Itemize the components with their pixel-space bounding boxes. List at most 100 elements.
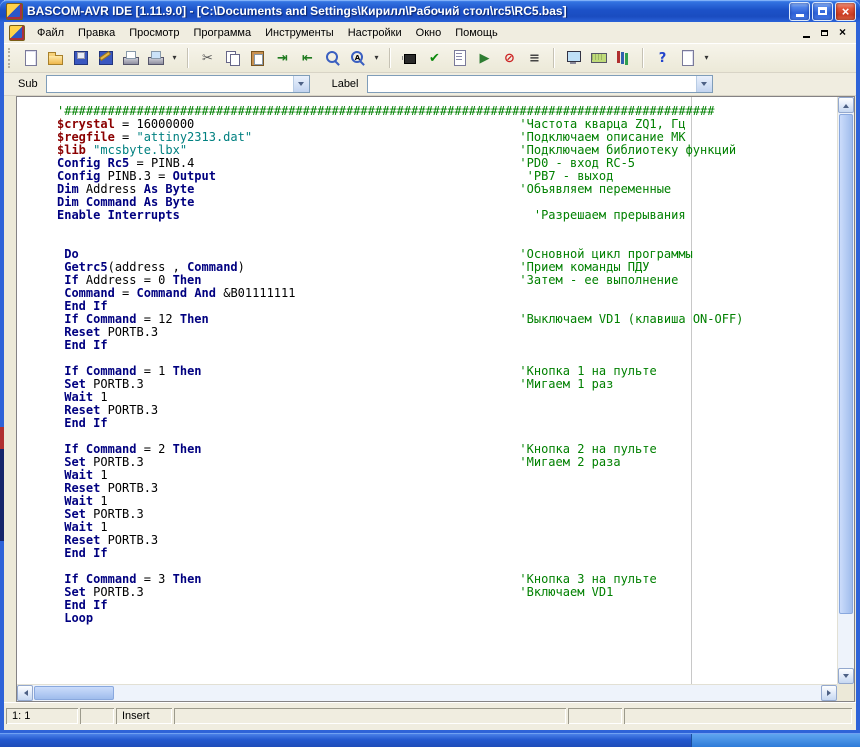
mdi-minimize-button[interactable] xyxy=(798,25,815,40)
desktop-sliver-red xyxy=(0,427,4,449)
code-line[interactable]: End If xyxy=(57,339,837,352)
code-line[interactable]: Loop xyxy=(57,612,837,625)
code-line[interactable]: Set PORTB.3 xyxy=(57,508,837,521)
new-file-icon[interactable] xyxy=(18,46,43,70)
code-line[interactable]: End If xyxy=(57,547,837,560)
show-result-icon[interactable] xyxy=(447,46,472,70)
syntax-check-icon[interactable]: ✔ xyxy=(422,46,447,70)
code-line[interactable]: End If xyxy=(57,417,837,430)
code-line[interactable] xyxy=(57,222,837,235)
code-comment: 'Основной цикл программы xyxy=(519,247,692,261)
code-line[interactable]: Wait 1 xyxy=(57,521,837,534)
system-tray[interactable] xyxy=(691,734,860,747)
menu-window[interactable]: Окно xyxy=(409,24,449,42)
vertical-scrollbar[interactable] xyxy=(837,97,854,684)
lcd-designer-icon[interactable] xyxy=(586,46,611,70)
toolbar-grip[interactable] xyxy=(8,48,14,68)
copy-icon[interactable] xyxy=(220,46,245,70)
unindent-icon[interactable]: ⇤ xyxy=(295,46,320,70)
report-icon: ≡ xyxy=(526,49,544,67)
menu-view[interactable]: Просмотр xyxy=(122,24,186,42)
about-icon: ? xyxy=(679,49,697,67)
tools-caret-icon[interactable]: ▾ xyxy=(700,46,713,70)
sub-combobox[interactable] xyxy=(46,75,310,93)
scroll-down-button[interactable] xyxy=(838,668,854,684)
mdi-close-button[interactable] xyxy=(834,25,851,40)
save-file-icon xyxy=(72,49,90,67)
indent-icon[interactable]: ⇥ xyxy=(270,46,295,70)
lcd-designer-icon xyxy=(590,49,608,67)
terminal-emulator-icon[interactable] xyxy=(561,46,586,70)
minimize-button[interactable] xyxy=(789,2,810,21)
code-line[interactable]: Wait 1 xyxy=(57,469,837,482)
save-all-icon[interactable] xyxy=(93,46,118,70)
vertical-scroll-thumb[interactable] xyxy=(839,114,853,614)
recent-files-caret-icon[interactable]: ▾ xyxy=(168,46,181,70)
chevron-down-icon[interactable] xyxy=(696,76,712,92)
menu-settings[interactable]: Настройки xyxy=(341,24,409,42)
compile-icon[interactable] xyxy=(397,46,422,70)
code-line[interactable]: Command = Command And &B01111111 xyxy=(57,287,837,300)
indent-icon: ⇥ xyxy=(274,49,292,67)
label-combobox[interactable] xyxy=(367,75,713,93)
program-chip-icon[interactable]: ⊘ xyxy=(497,46,522,70)
code-line[interactable]: Set PORTB.3 'Мигаем 2 раза xyxy=(57,456,837,469)
scroll-right-button[interactable] xyxy=(821,685,837,701)
menu-edit[interactable]: Правка xyxy=(71,24,122,42)
compile-icon xyxy=(401,49,419,67)
menu-tools[interactable]: Инструменты xyxy=(258,24,341,42)
print-icon[interactable] xyxy=(118,46,143,70)
open-file-icon[interactable] xyxy=(43,46,68,70)
about-icon[interactable]: ? xyxy=(675,46,700,70)
code-line[interactable]: Reset PORTB.3 xyxy=(57,326,837,339)
print-preview-icon[interactable] xyxy=(143,46,168,70)
horizontal-scroll-thumb[interactable] xyxy=(34,686,114,700)
code-comment: 'Прием команды ПДУ xyxy=(519,260,649,274)
recent-files-caret-icon: ▾ xyxy=(170,49,179,67)
status-panel xyxy=(568,708,622,724)
code-line[interactable]: Reset PORTB.3 xyxy=(57,404,837,417)
status-panel xyxy=(174,708,566,724)
horizontal-scrollbar[interactable] xyxy=(17,684,837,701)
code-line[interactable]: If Command = 12 Then 'Выключаем VD1 (кла… xyxy=(57,313,837,326)
maximize-button[interactable] xyxy=(812,2,833,21)
find-replace-icon[interactable]: A xyxy=(345,46,370,70)
save-file-icon[interactable] xyxy=(68,46,93,70)
menu-program[interactable]: Программа xyxy=(186,24,258,42)
code-line[interactable]: Set PORTB.3 'Мигаем 1 раз xyxy=(57,378,837,391)
code-area[interactable]: '#######################################… xyxy=(17,97,837,625)
cut-icon: ✂ xyxy=(199,49,217,67)
taskbar[interactable] xyxy=(0,733,860,747)
code-line[interactable]: Reset PORTB.3 xyxy=(57,534,837,547)
editor: '#######################################… xyxy=(16,96,855,702)
code-line[interactable]: Set PORTB.3 'Включаем VD1 xyxy=(57,586,837,599)
code-line[interactable]: Enable Interrupts 'Разрешаем прерывания xyxy=(57,209,837,222)
library-manager-icon[interactable] xyxy=(611,46,636,70)
scroll-up-button[interactable] xyxy=(838,97,854,113)
find-icon[interactable] xyxy=(320,46,345,70)
mdi-restore-button[interactable] xyxy=(816,25,833,40)
code-line[interactable]: Wait 1 xyxy=(57,495,837,508)
help-icon[interactable]: ? xyxy=(650,46,675,70)
toolbar-separator xyxy=(187,48,189,68)
code-comment: 'Затем - ее выполнение xyxy=(519,273,678,287)
report-icon[interactable]: ≡ xyxy=(522,46,547,70)
titlebar[interactable]: BASCOM-AVR IDE [1.11.9.0] - [C:\Document… xyxy=(0,0,860,22)
code-line[interactable]: Wait 1 xyxy=(57,391,837,404)
document-icon[interactable] xyxy=(9,25,25,41)
code-comment: 'Подключаем библиотеку функций xyxy=(519,143,736,157)
close-button[interactable] xyxy=(835,2,856,21)
save-all-icon xyxy=(97,49,115,67)
code-line[interactable]: End If xyxy=(57,599,837,612)
cut-icon[interactable]: ✂ xyxy=(195,46,220,70)
code-pane[interactable]: '#######################################… xyxy=(17,97,837,684)
scroll-left-button[interactable] xyxy=(17,685,33,701)
menu-file[interactable]: Файл xyxy=(30,24,71,42)
paste-icon[interactable] xyxy=(245,46,270,70)
menu-help[interactable]: Помощь xyxy=(448,24,505,42)
chevron-down-icon[interactable] xyxy=(293,76,309,92)
new-file-icon xyxy=(22,49,40,67)
code-line[interactable]: Reset PORTB.3 xyxy=(57,482,837,495)
simulate-icon[interactable]: ▶ xyxy=(472,46,497,70)
find-caret-icon[interactable]: ▾ xyxy=(370,46,383,70)
